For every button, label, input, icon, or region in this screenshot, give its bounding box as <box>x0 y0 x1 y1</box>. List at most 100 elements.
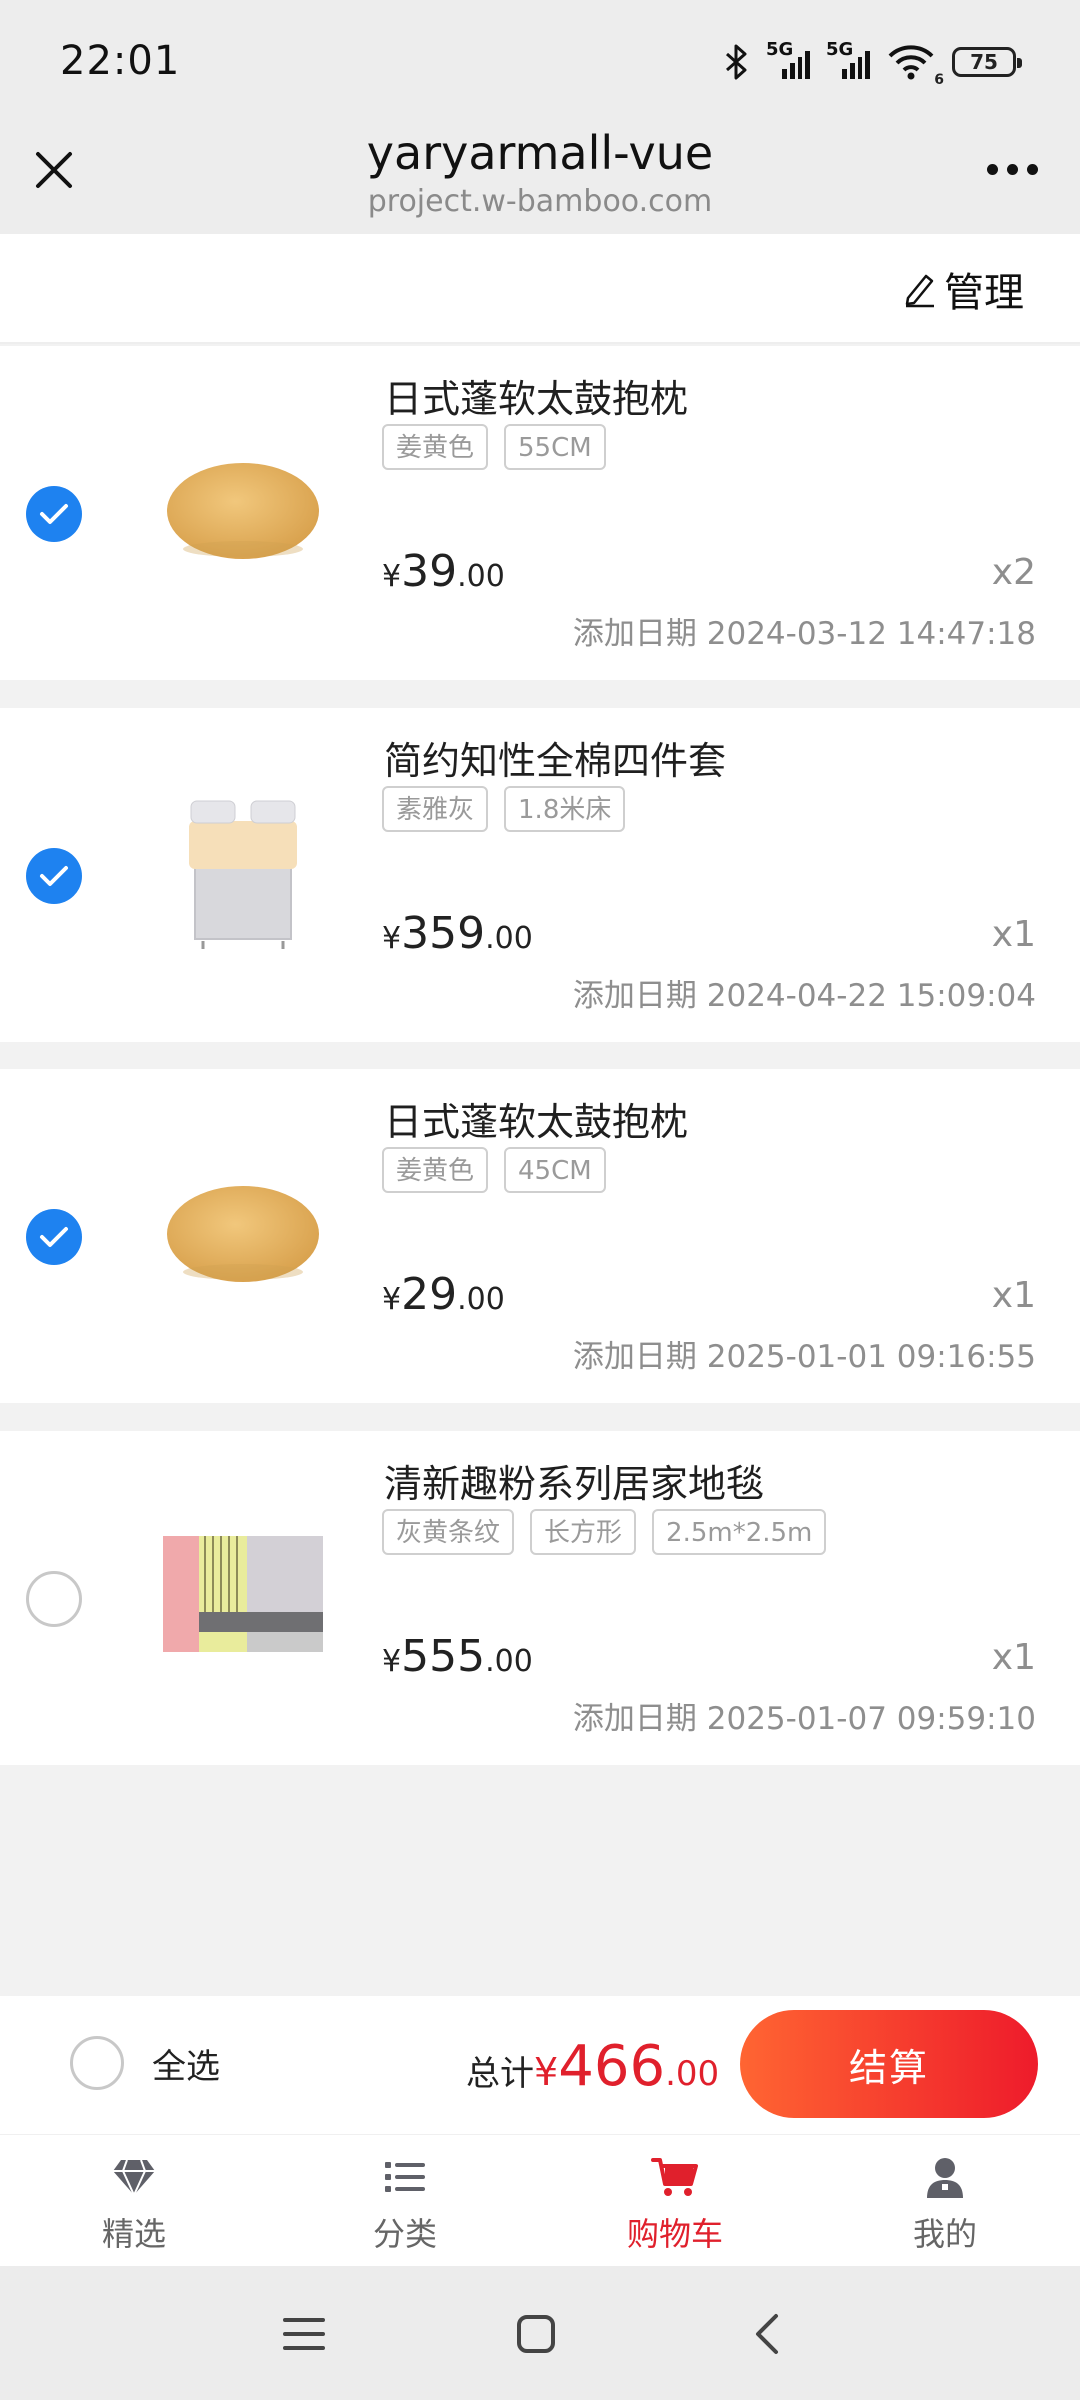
page-domain: project.w-bamboo.com <box>367 184 713 219</box>
product-image[interactable] <box>150 416 336 602</box>
list-icon <box>379 2155 431 2199</box>
price-currency: ¥ <box>382 1282 402 1317</box>
tab-label: 分类 <box>372 2215 437 2253</box>
item-tag: 55CM <box>504 424 606 470</box>
status-icons: 5G 5G 6 75 <box>724 39 1022 88</box>
item-checkbox[interactable] <box>26 1209 82 1265</box>
price-currency: ¥ <box>382 921 402 956</box>
price-currency: ¥ <box>382 1644 402 1679</box>
item-title[interactable]: 日式蓬软太鼓抱枕 <box>384 368 688 423</box>
total-price: 总计 ¥466.00 <box>466 2034 719 2099</box>
item-quantity: x2 <box>991 552 1036 593</box>
item-date: 添加日期 2024-03-12 14:47:18 <box>572 616 1036 652</box>
item-tag: 2.5m*2.5m <box>652 1509 827 1555</box>
item-tag: 长方形 <box>530 1509 637 1555</box>
price-int: 39 <box>401 546 458 597</box>
item-price: ¥359.00 <box>382 908 533 959</box>
price-currency: ¥ <box>382 559 402 594</box>
battery-level: 75 <box>970 50 998 74</box>
item-date: 添加日期 2024-04-22 15:09:04 <box>572 978 1036 1014</box>
item-checkbox[interactable] <box>26 1571 82 1627</box>
item-tag: 45CM <box>504 1147 606 1193</box>
total-currency: ¥ <box>534 2050 559 2094</box>
price-int: 29 <box>401 1269 458 1320</box>
total-dec: .00 <box>665 2054 720 2094</box>
home-icon[interactable] <box>506 2304 566 2364</box>
wifi-badge: 6 <box>934 72 944 88</box>
item-quantity: x1 <box>991 914 1036 955</box>
item-price: ¥39.00 <box>382 546 505 597</box>
tab-featured[interactable]: 精选 <box>34 2155 234 2255</box>
network-label: 5G <box>766 39 794 60</box>
item-tags: 素雅灰 1.8米床 <box>382 786 626 832</box>
product-image[interactable] <box>150 1501 336 1687</box>
tab-label: 精选 <box>101 2215 166 2253</box>
total-label: 总计 <box>466 2054 534 2094</box>
price-dec: .00 <box>485 1644 533 1679</box>
select-all-checkbox[interactable] <box>70 2036 124 2090</box>
wifi-icon: 6 <box>886 42 944 88</box>
bluetooth-icon <box>726 44 747 80</box>
page-title: yaryarmall-vue <box>366 126 714 180</box>
product-image[interactable] <box>150 778 336 964</box>
item-tags: 姜黄色 55CM <box>382 424 606 470</box>
price-int: 359 <box>401 908 486 959</box>
product-image[interactable] <box>150 1139 336 1325</box>
item-tag: 姜黄色 <box>382 424 489 470</box>
manage-label: 管理 <box>944 270 1024 316</box>
system-nav-bar <box>0 2266 1080 2400</box>
price-int: 555 <box>401 1631 486 1682</box>
item-tag: 素雅灰 <box>382 786 489 832</box>
total-int: 466 <box>558 2034 666 2099</box>
cart-item[interactable]: 日式蓬软太鼓抱枕 姜黄色 55CM ¥39.00 x2 添加日期 2024-03… <box>0 346 1080 680</box>
select-all-label: 全选 <box>152 2046 220 2087</box>
checkout-button[interactable]: 结算 <box>740 2010 1038 2118</box>
cart-icon <box>649 2155 701 2199</box>
summary-bar: 全选 总计 ¥466.00 结算 <box>0 1996 1080 2134</box>
edit-icon <box>905 274 934 308</box>
tab-cart[interactable]: 购物车 <box>575 2155 775 2255</box>
item-checkbox[interactable] <box>26 486 82 542</box>
manage-bar: 管理 <box>0 234 1080 344</box>
tab-mine[interactable]: 我的 <box>845 2155 1045 2255</box>
menu-icon[interactable] <box>274 2304 334 2364</box>
price-dec: .00 <box>457 559 505 594</box>
item-price: ¥29.00 <box>382 1269 505 1320</box>
price-dec: .00 <box>457 1282 505 1317</box>
select-all[interactable]: 全选 <box>70 2036 220 2090</box>
status-time: 22:01 <box>60 38 181 84</box>
battery-icon: 75 <box>952 47 1022 77</box>
cart-item[interactable]: 简约知性全棉四件套 素雅灰 1.8米床 ¥359.00 x1 添加日期 2024… <box>0 708 1080 1042</box>
item-title[interactable]: 日式蓬软太鼓抱枕 <box>384 1091 688 1146</box>
tab-label: 购物车 <box>626 2215 723 2253</box>
item-date: 添加日期 2025-01-07 09:59:10 <box>572 1701 1036 1737</box>
item-title[interactable]: 简约知性全棉四件套 <box>384 730 726 785</box>
item-tags: 姜黄色 45CM <box>382 1147 606 1193</box>
manage-button[interactable]: 管理 <box>902 260 1024 318</box>
item-checkbox[interactable] <box>26 848 82 904</box>
price-dec: .00 <box>485 921 533 956</box>
item-tags: 灰黄条纹 长方形 2.5m*2.5m <box>382 1509 827 1555</box>
item-quantity: x1 <box>991 1275 1036 1316</box>
diamond-icon <box>108 2155 160 2199</box>
tab-category[interactable]: 分类 <box>305 2155 505 2255</box>
webview-header: yaryarmall-vue project.w-bamboo.com <box>0 126 1080 234</box>
item-date: 添加日期 2025-01-01 09:16:55 <box>572 1339 1036 1375</box>
signal-icon: 5G <box>826 39 870 79</box>
tab-label: 我的 <box>912 2215 977 2253</box>
status-bar: 22:01 5G 5G 6 75 <box>0 0 1080 126</box>
item-quantity: x1 <box>991 1637 1036 1678</box>
network-label: 5G <box>826 39 854 60</box>
tab-bar: 精选 分类 购物车 我的 <box>0 2134 1080 2266</box>
more-icon[interactable] <box>987 164 1038 175</box>
item-tag: 1.8米床 <box>504 786 626 832</box>
item-title[interactable]: 清新趣粉系列居家地毯 <box>384 1453 764 1508</box>
item-tag: 姜黄色 <box>382 1147 489 1193</box>
signal-icon: 5G <box>766 39 810 79</box>
back-icon[interactable] <box>738 2304 798 2364</box>
cart-item[interactable]: 清新趣粉系列居家地毯 灰黄条纹 长方形 2.5m*2.5m ¥555.00 x1… <box>0 1431 1080 1765</box>
item-tag: 灰黄条纹 <box>382 1509 515 1555</box>
user-icon <box>919 2155 971 2199</box>
item-price: ¥555.00 <box>382 1631 533 1682</box>
cart-item[interactable]: 日式蓬软太鼓抱枕 姜黄色 45CM ¥29.00 x1 添加日期 2025-01… <box>0 1069 1080 1403</box>
